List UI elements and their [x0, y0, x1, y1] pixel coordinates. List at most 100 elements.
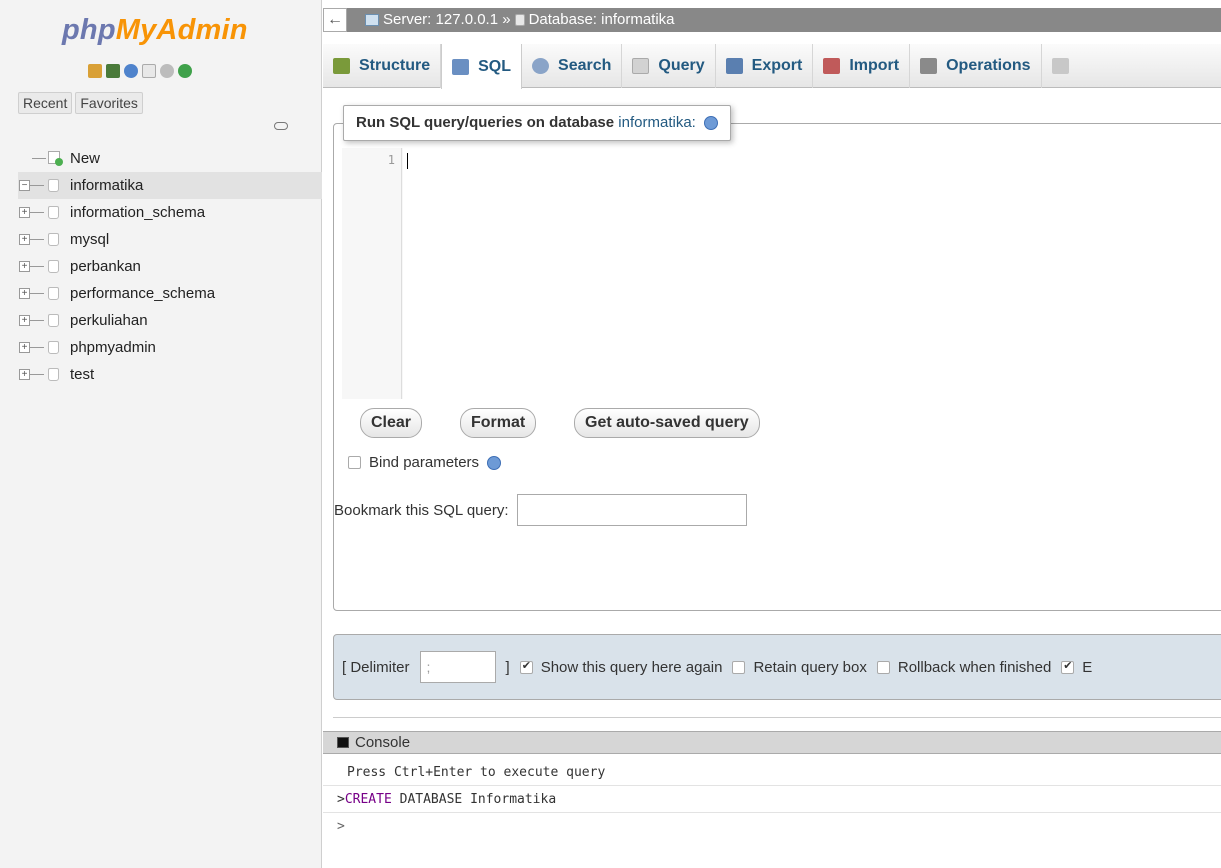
tree-item-mysql[interactable]: + mysql [18, 226, 322, 253]
tree-connector [30, 374, 44, 375]
database-icon [48, 314, 59, 327]
top-bar: ← Server: 127.0.0.1 » Database: informat… [323, 0, 1221, 44]
tab-structure[interactable]: Structure [323, 44, 442, 88]
expand-icon[interactable]: + [19, 207, 30, 218]
tab-more[interactable] [1042, 44, 1079, 88]
collapse-icon[interactable]: − [19, 180, 30, 191]
docs-icon[interactable] [142, 64, 156, 78]
tree-item-performance-schema[interactable]: + performance_schema [18, 280, 322, 307]
console-header[interactable]: Console [323, 732, 1221, 754]
truncated-option-label: E [1082, 658, 1093, 676]
retain-query-option[interactable]: Retain query box [732, 658, 867, 676]
tree-item-label: perkuliahan [70, 312, 148, 329]
tab-query[interactable]: Query [622, 44, 716, 88]
truncated-option[interactable]: E [1061, 659, 1092, 676]
help-icon[interactable] [487, 455, 502, 470]
tab-import[interactable]: Import [813, 44, 911, 88]
sql-icon [452, 58, 470, 75]
tree-connector [30, 212, 44, 213]
tab-search[interactable]: Search [522, 44, 623, 88]
tree-item-new[interactable]: New [18, 145, 322, 172]
delimiter-close: ] [505, 658, 510, 676]
bind-parameters-checkbox[interactable] [348, 456, 361, 469]
link-icon[interactable] [274, 122, 288, 130]
help-icon[interactable] [704, 116, 718, 131]
tree-item-label: information_schema [70, 204, 206, 221]
breadcrumb-database[interactable]: Database: informatika [529, 8, 675, 32]
legend-database-link[interactable]: informatika: [618, 114, 696, 131]
truncated-option-checkbox[interactable] [1061, 659, 1075, 674]
sql-query-fieldset: 1 Clear Format Get auto-saved query Bind… [333, 123, 1221, 611]
favorites-tab[interactable]: Favorites [75, 92, 143, 114]
more-icon [1051, 58, 1069, 74]
expand-icon[interactable]: + [19, 234, 30, 245]
expand-icon[interactable]: + [19, 315, 30, 326]
bind-parameters-label: Bind parameters [369, 454, 480, 471]
retain-query-label: Retain query box [753, 658, 867, 676]
sql-query-legend: Run SQL query/queries on database inform… [343, 105, 731, 141]
console-input[interactable]: > [323, 814, 1221, 840]
sql-query-textarea[interactable] [403, 148, 1214, 399]
import-icon [823, 58, 841, 74]
expand-icon[interactable]: + [19, 342, 30, 353]
divider [333, 717, 1221, 718]
help-icon[interactable] [124, 64, 138, 78]
expand-icon[interactable]: + [19, 369, 30, 380]
legend-text: Run SQL query/queries on database [356, 114, 619, 131]
reload-icon[interactable] [178, 64, 192, 78]
tree-item-information-schema[interactable]: + information_schema [18, 199, 322, 226]
expand-icon[interactable]: + [19, 288, 30, 299]
tree-item-informatika[interactable]: − informatika [18, 172, 322, 199]
tree-item-perbankan[interactable]: + perbankan [18, 253, 322, 280]
delimiter-input[interactable]: ; [419, 651, 496, 683]
tab-label: SQL [478, 57, 512, 75]
console-panel: Console Press Ctrl+Enter to execute quer… [323, 731, 1221, 868]
sql-keyword: CREATE [344, 792, 392, 807]
collapse-nav-arrow-icon[interactable]: ← [323, 8, 347, 32]
expand-icon[interactable]: + [19, 261, 30, 272]
search-icon [532, 58, 550, 74]
rollback-checkbox[interactable] [876, 660, 890, 674]
tab-sql[interactable]: SQL [441, 44, 523, 89]
tab-label: Query [658, 57, 705, 74]
export-icon [725, 58, 743, 74]
operations-icon [920, 58, 938, 74]
tree-item-test[interactable]: + test [18, 361, 322, 388]
tree-item-label: New [70, 150, 101, 167]
show-query-option[interactable]: Show this query here again [519, 658, 723, 676]
console-query-entry[interactable]: >CREATE DATABASE Informatika [323, 787, 1221, 813]
rollback-option[interactable]: Rollback when finished [876, 659, 1051, 676]
show-query-checkbox[interactable] [519, 659, 533, 674]
settings-icon[interactable] [160, 64, 174, 78]
exit-icon[interactable] [106, 64, 120, 78]
clear-button[interactable]: Clear [360, 408, 423, 438]
console-message: Press Ctrl+Enter to execute query [323, 760, 1221, 786]
database-icon [48, 287, 59, 300]
tree-item-label: performance_schema [70, 285, 216, 302]
breadcrumb-server[interactable]: Server: 127.0.0.1 » [383, 8, 511, 32]
database-icon [48, 368, 59, 381]
logo-text-php: php [62, 14, 116, 46]
tree-item-phpmyadmin[interactable]: + phpmyadmin [18, 334, 322, 361]
bookmark-label: Bookmark this SQL query: [334, 501, 509, 519]
tab-export[interactable]: Export [716, 44, 814, 88]
tree-item-perkuliahan[interactable]: + perkuliahan [18, 307, 322, 334]
recent-tab[interactable]: Recent [18, 92, 73, 114]
tree-connector [30, 266, 44, 267]
get-auto-saved-query-button[interactable]: Get auto-saved query [574, 408, 760, 438]
format-button[interactable]: Format [460, 408, 537, 438]
retain-query-checkbox[interactable] [732, 660, 746, 674]
tab-operations[interactable]: Operations [910, 44, 1042, 88]
phpmyadmin-logo[interactable]: phpMyAdmin [62, 14, 248, 47]
new-db-icon [48, 151, 63, 166]
database-icon [48, 233, 59, 246]
home-icon[interactable] [88, 64, 102, 78]
logo-text-myadmin: MyAdmin [115, 14, 248, 46]
bookmark-input[interactable] [516, 494, 747, 526]
structure-icon [333, 58, 350, 74]
sql-editor[interactable]: 1 [342, 148, 1214, 399]
database-icon [514, 14, 525, 26]
show-query-label: Show this query here again [540, 658, 723, 676]
tree-item-label: mysql [70, 231, 110, 248]
tree-item-label: informatika [70, 177, 144, 194]
